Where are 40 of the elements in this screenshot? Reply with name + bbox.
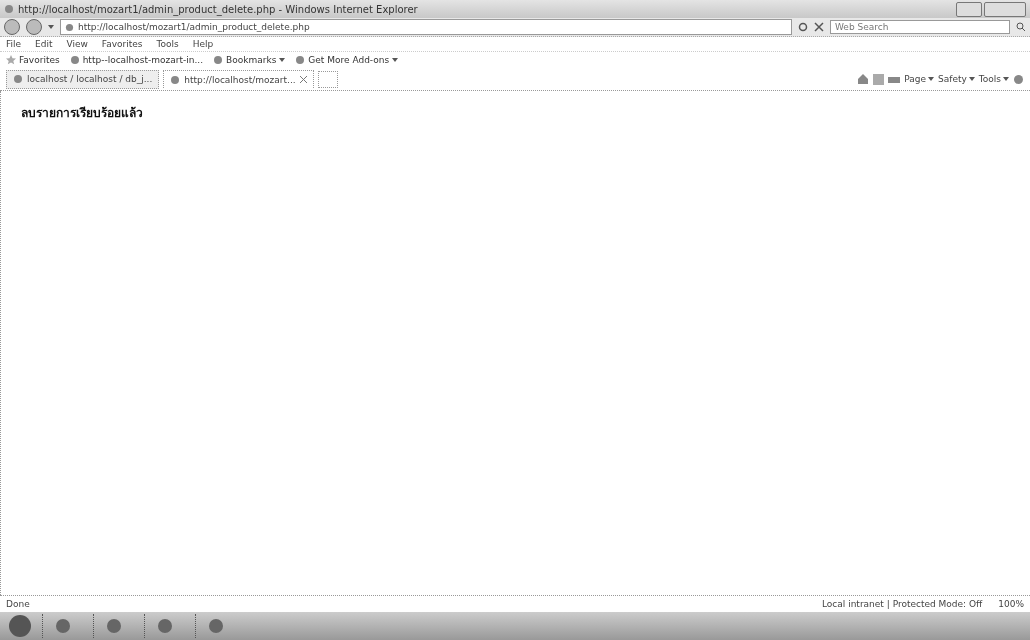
command-menu[interactable]: Page xyxy=(904,74,935,84)
favorites-link[interactable]: http--localhost-mozart-in... xyxy=(69,55,204,65)
favorites-link[interactable]: Bookmarks xyxy=(213,55,286,65)
caret-icon xyxy=(392,58,399,62)
security-zone: Local intranet | Protected Mode: Off xyxy=(821,599,983,609)
caret-icon xyxy=(48,25,54,29)
menu-item[interactable]: Edit xyxy=(35,39,53,49)
caret-icon xyxy=(1003,77,1009,81)
zoom-level[interactable]: 100% xyxy=(998,599,1024,609)
search-icon[interactable] xyxy=(1016,22,1026,32)
minimize-button[interactable] xyxy=(956,1,982,17)
star-icon xyxy=(6,55,16,65)
menu-item[interactable]: Tools xyxy=(156,39,179,49)
caret-icon xyxy=(279,58,286,62)
browser-tab[interactable]: http://localhost/mozart... xyxy=(163,70,314,88)
address-field[interactable]: http://localhost/mozart1/admin_product_delete.php xyxy=(60,19,792,35)
favorites-button[interactable]: Favorites xyxy=(6,55,60,65)
forward-button[interactable] xyxy=(26,19,42,35)
status-text: Done xyxy=(6,599,30,609)
close-button[interactable] xyxy=(984,1,1026,17)
home-icon[interactable] xyxy=(857,73,870,85)
caret-icon xyxy=(968,77,975,81)
status-message: ลบรายการเรียบร้อยแล้ว xyxy=(21,105,144,122)
menu-item[interactable]: Help xyxy=(192,39,214,49)
browser-tab[interactable]: localhost / localhost / db_j... xyxy=(6,69,160,89)
menu-item[interactable]: Favorites xyxy=(101,39,143,49)
favorites-link[interactable]: Get More Add-ons xyxy=(295,55,399,65)
new-tab-button[interactable] xyxy=(317,70,338,88)
command-menu[interactable]: Tools xyxy=(978,74,1009,84)
command-menu[interactable]: Safety xyxy=(938,74,975,84)
back-button[interactable] xyxy=(4,19,20,35)
close-icon[interactable] xyxy=(299,76,307,83)
menu-item[interactable]: View xyxy=(66,39,88,49)
stop-icon[interactable] xyxy=(814,22,824,32)
menu-item[interactable]: File xyxy=(6,39,22,49)
caret-icon xyxy=(928,77,935,81)
search-field[interactable]: Web Search xyxy=(830,20,1010,34)
window-title: http://localhost/mozart1/admin_product_delete.php - Windows Internet Explorer xyxy=(18,3,419,15)
refresh-icon[interactable] xyxy=(798,22,808,32)
address-url: http://localhost/mozart1/admin_product_delete.php xyxy=(78,22,310,32)
